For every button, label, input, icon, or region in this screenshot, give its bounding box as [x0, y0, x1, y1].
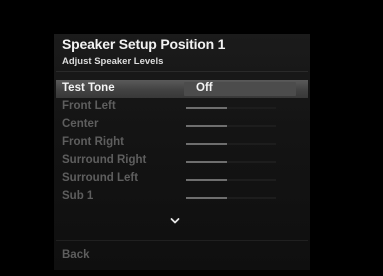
chevron-down-icon[interactable]	[170, 212, 180, 224]
level-bar	[186, 161, 276, 163]
level-bar-fill	[186, 179, 227, 181]
menu-item-test-tone[interactable]: Test Tone Off	[56, 80, 308, 98]
level-bar-fill	[186, 143, 227, 145]
test-tone-value: Off	[196, 82, 213, 94]
level-bar-fill	[186, 161, 227, 163]
level-bar	[186, 179, 276, 181]
back-button[interactable]: Back	[62, 249, 90, 261]
level-bar	[186, 143, 276, 145]
divider	[56, 240, 308, 241]
menu-item-sub-1[interactable]: Sub 1	[56, 188, 308, 206]
menu-item-label: Front Right	[62, 136, 124, 148]
level-bar	[186, 107, 276, 109]
menu-item-surround-left[interactable]: Surround Left	[56, 170, 308, 188]
level-bar-fill	[186, 197, 227, 199]
level-bar-fill	[186, 107, 227, 109]
menu-item-front-left[interactable]: Front Left	[56, 98, 308, 116]
menu-item-label: Center	[62, 118, 99, 130]
page-subtitle: Adjust Speaker Levels	[62, 56, 164, 67]
menu-item-label: Surround Right	[62, 154, 147, 166]
level-bar-fill	[186, 125, 227, 127]
screen: Speaker Setup Position 1 Adjust Speaker …	[0, 0, 383, 276]
menu-item-center[interactable]: Center	[56, 116, 308, 134]
level-bar	[186, 197, 276, 199]
menu-item-label: Surround Left	[62, 172, 139, 184]
menu-item-front-right[interactable]: Front Right	[56, 134, 308, 152]
menu-item-label: Test Tone	[62, 82, 115, 94]
page-title: Speaker Setup Position 1	[62, 36, 226, 52]
menu-item-surround-right[interactable]: Surround Right	[56, 152, 308, 170]
menu-item-label: Sub 1	[62, 190, 94, 202]
speaker-level-menu: Test Tone Off Front Left Center Front Ri…	[56, 80, 308, 206]
menu-item-label: Front Left	[62, 100, 116, 112]
level-bar	[186, 125, 276, 127]
divider	[56, 71, 308, 72]
